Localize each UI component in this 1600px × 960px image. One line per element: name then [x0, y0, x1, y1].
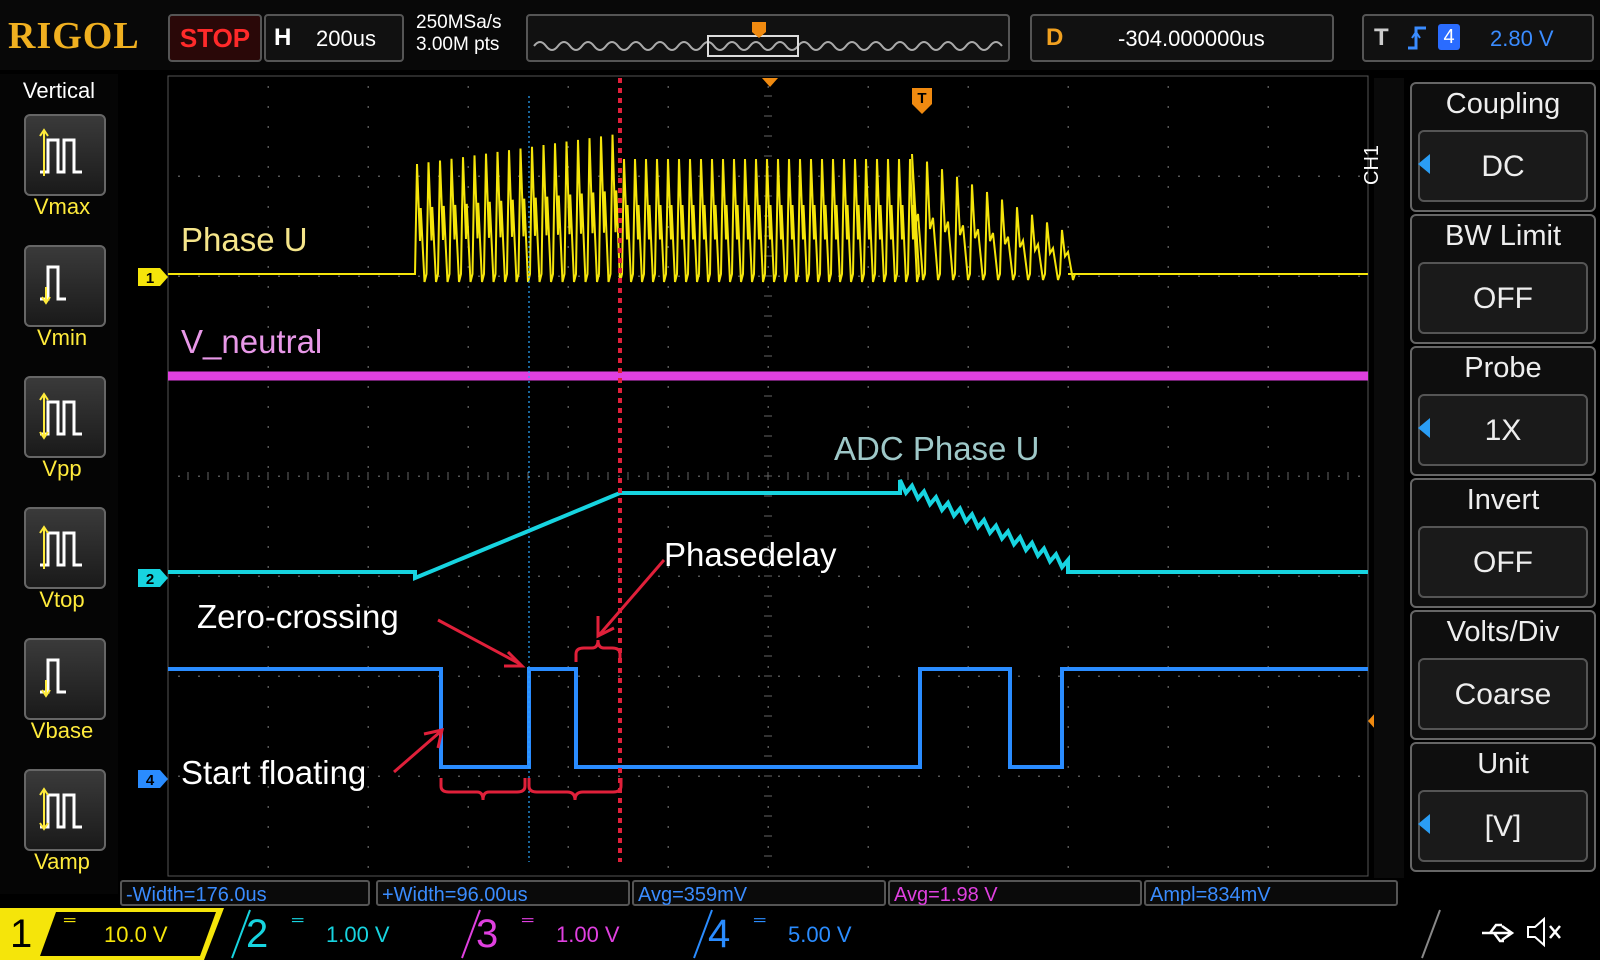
ch1-scale: 10.0 V: [104, 922, 168, 947]
coupling-value-box[interactable]: DC: [1418, 130, 1588, 202]
ch4-scale: 5.00 V: [788, 922, 852, 947]
measurement-neg-width[interactable]: -Width=176.0us: [120, 880, 370, 906]
ch4-offset-marker[interactable]: 4: [138, 770, 168, 789]
bw-limit-menu-item[interactable]: BW Limit OFF: [1410, 214, 1596, 344]
ch3-status[interactable]: 3 ═ 1.00 V: [466, 908, 690, 960]
dc-coupling-icon: ═: [522, 912, 534, 929]
bw-limit-title: BW Limit: [1445, 220, 1561, 252]
ch1-number: 1: [10, 912, 33, 956]
coupling-menu-item[interactable]: Coupling DC: [1410, 82, 1596, 212]
volts-div-menu-item[interactable]: Volts/Div Coarse: [1410, 610, 1596, 740]
dc-coupling-icon: ═: [292, 912, 304, 929]
zero-crossing-label: Zero-crossing: [197, 598, 399, 635]
phase-u-label: Phase U: [181, 221, 308, 258]
ch2-scale: 1.00 V: [326, 922, 390, 947]
svg-text:T: T: [917, 90, 926, 107]
bw-limit-value: OFF: [1473, 282, 1533, 315]
probe-menu-item[interactable]: Probe 1X: [1410, 346, 1596, 476]
speaker-muted-icon[interactable]: [1524, 916, 1564, 948]
usb-icon: [1482, 923, 1515, 943]
coupling-value: DC: [1481, 150, 1525, 183]
unit-menu-item[interactable]: Unit [V]: [1410, 742, 1596, 872]
phasedelay-label: Phasedelay: [664, 536, 837, 573]
ch3-number: 3: [476, 912, 499, 956]
bw-limit-value-box[interactable]: OFF: [1418, 262, 1588, 334]
volts-div-title: Volts/Div: [1446, 616, 1560, 648]
dc-coupling-icon: ═: [754, 912, 766, 929]
unit-value: [V]: [1484, 810, 1522, 843]
ch3-scale: 1.00 V: [556, 922, 620, 947]
v-neutral-label: V_neutral: [181, 323, 322, 360]
measurement-avg-ch3[interactable]: Avg=1.98 V: [888, 880, 1142, 906]
measurement-avg-ch4[interactable]: Avg=359mV: [632, 880, 886, 906]
ch1-status[interactable]: 1 ═ 10.0 V: [0, 908, 224, 960]
probe-title: Probe: [1464, 352, 1542, 384]
ch1-offset-marker[interactable]: 1: [138, 268, 168, 287]
coupling-title: Coupling: [1445, 88, 1561, 120]
start-floating-label: Start floating: [181, 754, 366, 791]
invert-menu-item[interactable]: Invert OFF: [1410, 478, 1596, 608]
ch2-offset-marker[interactable]: 2: [138, 569, 168, 588]
ch2-status[interactable]: 2 ═ 1.00 V: [236, 908, 460, 960]
ch2-number: 2: [246, 912, 269, 956]
probe-value-box[interactable]: 1X: [1418, 394, 1588, 466]
svg-text:1: 1: [146, 270, 154, 287]
unit-value-box[interactable]: [V]: [1418, 790, 1588, 862]
unit-title: Unit: [1477, 748, 1529, 780]
measurement-pos-width[interactable]: +Width=96.00us: [376, 880, 630, 906]
waveform-display[interactable]: T T 1 2 4 Phase U V_neutral ADC Phase U …: [0, 0, 1600, 960]
svg-text:4: 4: [146, 772, 155, 789]
invert-title: Invert: [1466, 484, 1540, 516]
adc-phase-u-label: ADC Phase U: [834, 430, 1039, 467]
volts-div-value-box[interactable]: Coarse: [1418, 658, 1588, 730]
dc-coupling-icon: ═: [64, 912, 76, 929]
probe-value: 1X: [1484, 414, 1522, 447]
ch4-status[interactable]: 4 ═ 5.00 V: [698, 908, 922, 960]
ch4-number: 4: [708, 912, 731, 956]
invert-value-box[interactable]: OFF: [1418, 526, 1588, 598]
measurement-amplitude[interactable]: Ampl=834mV: [1144, 880, 1398, 906]
volts-div-value: Coarse: [1454, 678, 1552, 711]
svg-text:2: 2: [146, 571, 154, 588]
channel-menu-strip: [1374, 78, 1404, 878]
invert-value: OFF: [1473, 546, 1533, 579]
